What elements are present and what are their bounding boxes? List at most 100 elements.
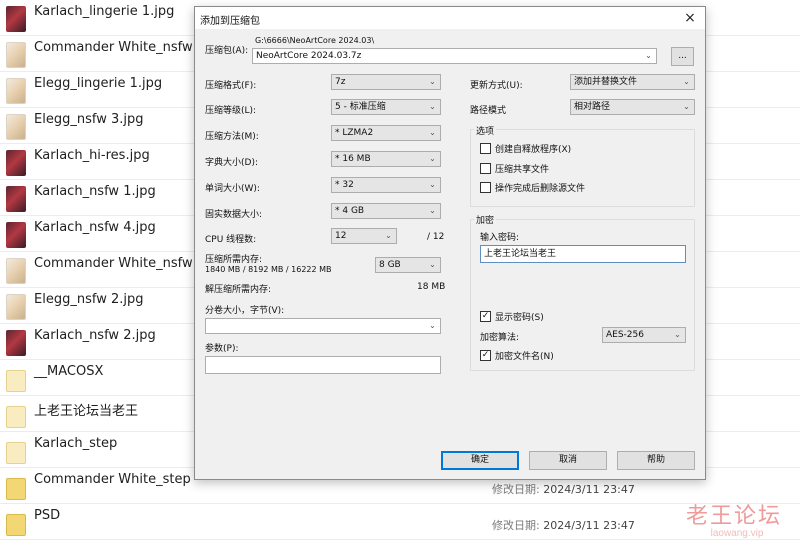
file-row[interactable]: PSD 修改日期: 2024/3/11 23:47 bbox=[0, 504, 800, 540]
level-select[interactable]: 5 - 标准压缩 ⌄ bbox=[331, 99, 441, 115]
image-thumbnail-icon bbox=[6, 258, 26, 284]
image-thumbnail-icon bbox=[6, 150, 26, 176]
archive-label: 压缩包(A): bbox=[205, 46, 249, 56]
memory-detail: 1840 MB / 8192 MB / 16222 MB bbox=[205, 265, 332, 274]
encryption-method-value: AES-256 bbox=[606, 330, 644, 340]
dictionary-label: 字典大小(D): bbox=[205, 158, 258, 168]
path-mode-label: 路径模式 bbox=[470, 106, 507, 116]
level-value: 5 - 标准压缩 bbox=[335, 102, 386, 112]
image-thumbnail-icon bbox=[6, 294, 26, 320]
volume-label: 分卷大小，字节(V): bbox=[205, 306, 285, 316]
image-thumbnail-icon bbox=[6, 114, 26, 140]
delete-source-checkbox[interactable]: 操作完成后删除源文件 bbox=[480, 182, 680, 194]
memory-select[interactable]: 8 GB ⌄ bbox=[375, 257, 441, 273]
help-button[interactable]: 帮助 bbox=[617, 451, 695, 470]
folder-icon bbox=[6, 370, 26, 392]
archive-name-combo[interactable]: NeoArtCore 2024.03.7z ⌄ bbox=[252, 48, 657, 64]
archive-name-value: NeoArtCore 2024.03.7z bbox=[256, 51, 362, 61]
chevron-down-icon: ⌄ bbox=[429, 260, 436, 269]
file-name: Karlach_nsfw 4.jpg bbox=[34, 220, 156, 235]
close-icon[interactable]: × bbox=[675, 7, 705, 29]
chevron-down-icon: ⌄ bbox=[429, 102, 436, 111]
decompress-memory-label: 解压缩所需内存: bbox=[205, 285, 272, 295]
dialog-title: 添加到压缩包 bbox=[200, 16, 260, 27]
add-to-archive-dialog: 添加到压缩包 × 压缩包(A): G:\6666\NeoArtCore 2024… bbox=[194, 6, 706, 480]
image-thumbnail-icon bbox=[6, 6, 26, 32]
sfx-checkbox[interactable]: 创建自释放程序(X) bbox=[480, 143, 680, 155]
method-select[interactable]: * LZMA2 ⌄ bbox=[331, 125, 441, 141]
password-label: 输入密码: bbox=[480, 233, 520, 243]
file-name: Karlach_nsfw 2.jpg bbox=[34, 328, 156, 343]
format-label: 压缩格式(F): bbox=[205, 81, 257, 91]
browse-button[interactable]: ... bbox=[671, 47, 694, 66]
chevron-down-icon: ⌄ bbox=[385, 231, 392, 240]
file-modified-date: 修改日期: 2024/3/11 23:47 bbox=[492, 519, 635, 532]
update-mode-value: 添加并替换文件 bbox=[574, 77, 638, 87]
encryption-method-select[interactable]: AES-256 ⌄ bbox=[602, 327, 686, 343]
watermark-logo: 老王论坛 bbox=[685, 504, 782, 529]
show-password-checkbox[interactable]: ✓ 显示密码(S) bbox=[480, 311, 600, 323]
encrypt-names-checkbox[interactable]: ✓ 加密文件名(N) bbox=[480, 350, 600, 362]
memory-value: 8 GB bbox=[379, 260, 401, 270]
file-name: 上老王论坛当老王 bbox=[34, 404, 139, 419]
file-name: PSD bbox=[34, 508, 61, 523]
dictionary-select[interactable]: * 16 MB ⌄ bbox=[331, 151, 441, 167]
word-size-select[interactable]: * 32 ⌄ bbox=[331, 177, 441, 193]
checkbox-box[interactable] bbox=[480, 143, 491, 154]
file-name: Karlach_lingerie 1.jpg bbox=[34, 4, 175, 19]
params-label: 参数(P): bbox=[205, 344, 239, 354]
checkbox-checked-icon[interactable]: ✓ bbox=[480, 311, 491, 322]
image-thumbnail-icon bbox=[6, 78, 26, 104]
word-size-value: * 32 bbox=[335, 180, 354, 190]
file-name: Elegg_lingerie 1.jpg bbox=[34, 76, 163, 91]
update-mode-select[interactable]: 添加并替换文件 ⌄ bbox=[570, 74, 695, 90]
image-thumbnail-icon bbox=[6, 222, 26, 248]
chevron-down-icon: ⌄ bbox=[429, 77, 436, 86]
solid-size-label: 固实数据大小: bbox=[205, 210, 263, 220]
format-select[interactable]: 7z ⌄ bbox=[331, 74, 441, 90]
word-size-label: 单词大小(W): bbox=[205, 184, 260, 194]
path-mode-value: 相对路径 bbox=[574, 102, 611, 112]
file-name: __MACOSX bbox=[34, 364, 104, 379]
shared-files-checkbox[interactable]: 压缩共享文件 bbox=[480, 163, 680, 175]
delete-source-label: 操作完成后删除源文件 bbox=[495, 184, 586, 194]
threads-select[interactable]: 12 ⌄ bbox=[331, 228, 397, 244]
encrypt-names-label: 加密文件名(N) bbox=[495, 352, 554, 362]
file-name: Karlach_step bbox=[34, 436, 118, 451]
password-input[interactable]: 上老王论坛当老王 bbox=[480, 245, 686, 263]
archive-path: G:\6666\NeoArtCore 2024.03\ bbox=[255, 36, 375, 45]
threads-label: CPU 线程数: bbox=[205, 235, 257, 245]
watermark-url: laowang.vip bbox=[710, 528, 764, 539]
update-mode-label: 更新方式(U): bbox=[470, 81, 523, 91]
file-name: Elegg_nsfw 2.jpg bbox=[34, 292, 144, 307]
chevron-down-icon: ⌄ bbox=[645, 51, 652, 60]
cancel-button[interactable]: 取消 bbox=[529, 451, 607, 470]
path-mode-select[interactable]: 相对路径 ⌄ bbox=[570, 99, 695, 115]
threads-max: / 12 bbox=[427, 232, 445, 242]
file-name: Elegg_nsfw 3.jpg bbox=[34, 112, 144, 127]
method-value: * LZMA2 bbox=[335, 128, 374, 138]
threads-value: 12 bbox=[335, 231, 347, 241]
solid-size-value: * 4 GB bbox=[335, 206, 365, 216]
ok-button[interactable]: 确定 bbox=[441, 451, 519, 470]
shared-files-label: 压缩共享文件 bbox=[495, 165, 550, 175]
chevron-down-icon: ⌄ bbox=[429, 180, 436, 189]
checkbox-box[interactable] bbox=[480, 163, 491, 174]
checkbox-box[interactable] bbox=[480, 182, 491, 193]
chevron-down-icon: ⌄ bbox=[683, 77, 690, 86]
method-label: 压缩方法(M): bbox=[205, 132, 259, 142]
params-input[interactable] bbox=[205, 356, 441, 374]
file-name: Commander White_step bbox=[34, 472, 191, 487]
folder-icon bbox=[6, 406, 26, 428]
dictionary-value: * 16 MB bbox=[335, 154, 371, 164]
file-name: Karlach_hi-res.jpg bbox=[34, 148, 150, 163]
chevron-down-icon: ⌄ bbox=[429, 128, 436, 137]
volume-select[interactable]: ⌄ bbox=[205, 318, 441, 334]
decompress-memory-value: 18 MB bbox=[417, 282, 446, 292]
dialog-titlebar[interactable]: 添加到压缩包 × bbox=[195, 7, 705, 29]
level-label: 压缩等级(L): bbox=[205, 106, 257, 116]
solid-size-select[interactable]: * 4 GB ⌄ bbox=[331, 203, 441, 219]
checkbox-checked-icon[interactable]: ✓ bbox=[480, 350, 491, 361]
folder-icon bbox=[6, 514, 26, 536]
chevron-down-icon: ⌄ bbox=[683, 102, 690, 111]
